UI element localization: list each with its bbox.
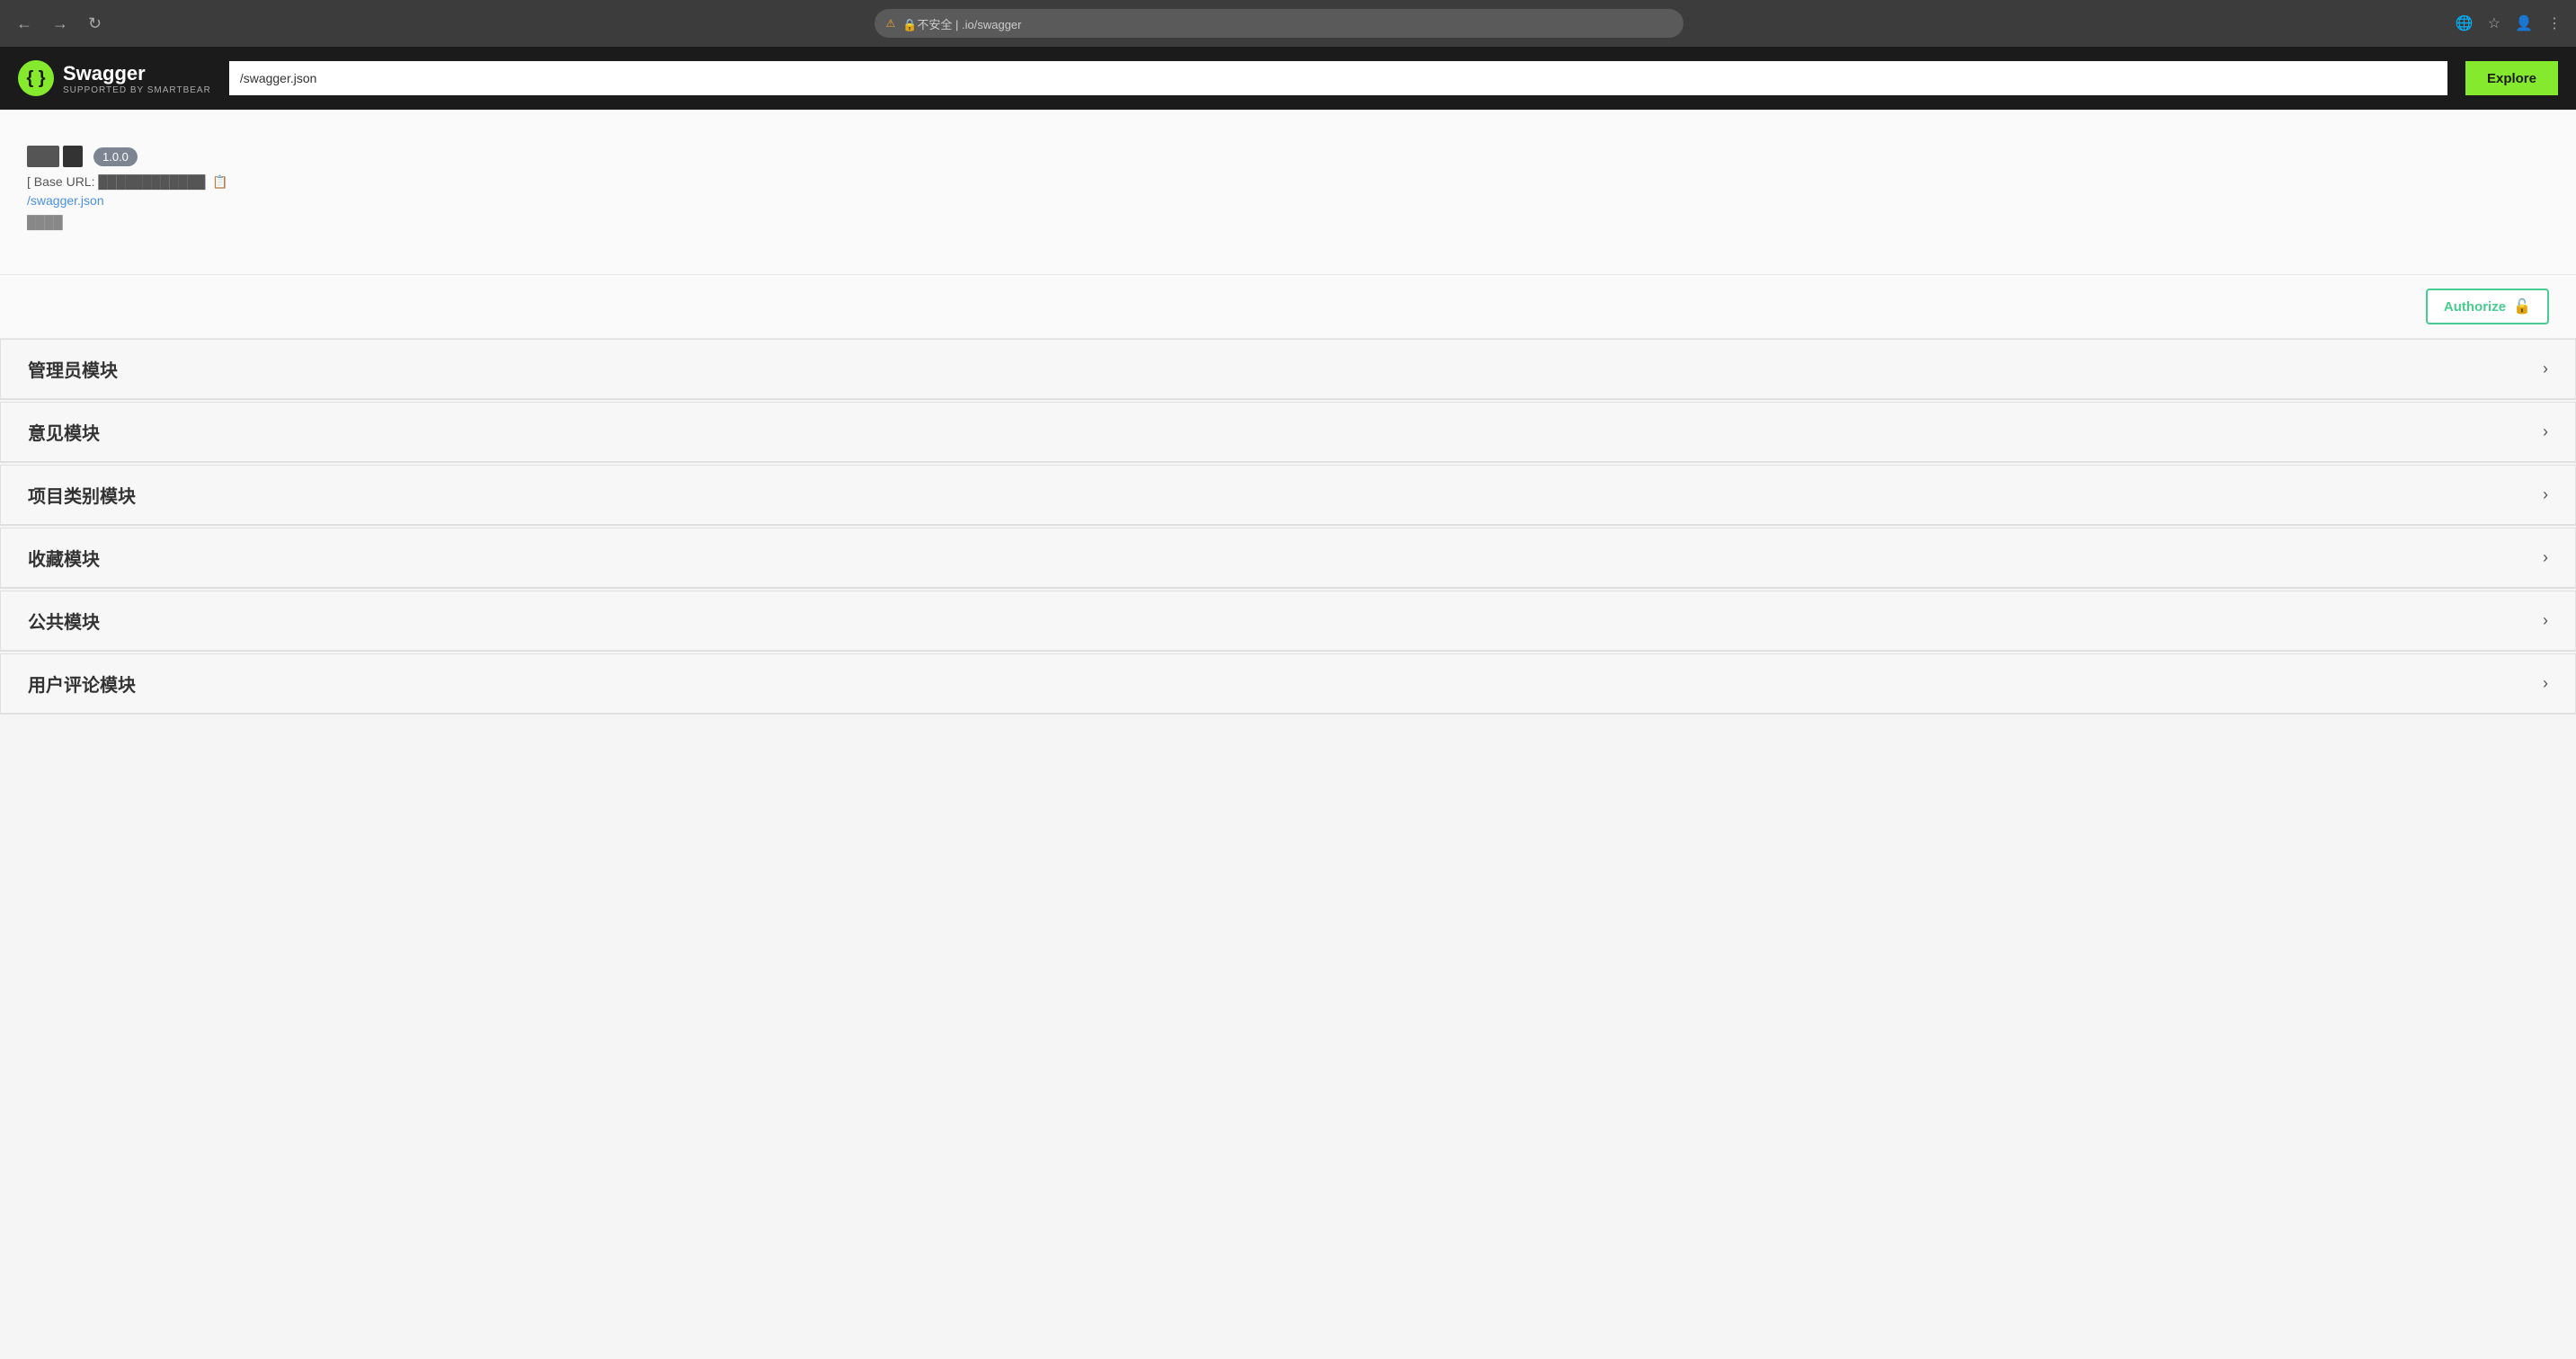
swagger-json-link[interactable]: /swagger.json bbox=[27, 193, 2549, 208]
base-url-value: ████████████ bbox=[98, 174, 205, 189]
swagger-authorize-row: Authorize 🔓 bbox=[0, 274, 2576, 339]
api-description: ████ bbox=[27, 215, 2549, 229]
forward-button[interactable]: → bbox=[47, 11, 74, 37]
logo-block-2 bbox=[63, 146, 83, 167]
swagger-url-input[interactable] bbox=[229, 61, 2447, 95]
base-url-label: [ Base URL: bbox=[27, 174, 94, 189]
swagger-logo-title: Swagger bbox=[63, 62, 211, 85]
api-section[interactable]: 项目类别模块 › bbox=[0, 465, 2576, 526]
browser-actions: 🌐 ☆ 👤 ⋮ bbox=[2452, 11, 2565, 36]
chevron-right-icon: › bbox=[2543, 360, 2548, 378]
swagger-logo-icon: { } bbox=[18, 60, 54, 96]
reload-button[interactable]: ↻ bbox=[83, 11, 107, 37]
api-section-header[interactable]: 公共模块 › bbox=[1, 591, 2575, 651]
api-section-header[interactable]: 意见模块 › bbox=[1, 403, 2575, 462]
menu-icon[interactable]: ⋮ bbox=[2544, 11, 2565, 36]
api-section[interactable]: 用户评论模块 › bbox=[0, 653, 2576, 715]
api-section-title: 用户评论模块 bbox=[28, 671, 136, 697]
api-section-title: 收藏模块 bbox=[28, 545, 100, 571]
api-section[interactable]: 收藏模块 › bbox=[0, 528, 2576, 589]
api-section-title: 意见模块 bbox=[28, 419, 100, 445]
address-bar[interactable]: ⚠ 🔒不安全 | .io/swagger bbox=[875, 9, 1683, 38]
profile-icon[interactable]: 👤 bbox=[2511, 11, 2536, 36]
authorize-button-label: Authorize bbox=[2444, 299, 2506, 315]
chevron-right-icon: › bbox=[2543, 422, 2548, 441]
chevron-right-icon: › bbox=[2543, 611, 2548, 630]
api-title-logo bbox=[27, 146, 83, 167]
address-text: 🔒不安全 | .io/swagger bbox=[902, 15, 1021, 32]
api-section-header[interactable]: 管理员模块 › bbox=[1, 340, 2575, 399]
api-section-title: 项目类别模块 bbox=[28, 482, 136, 508]
translate-icon[interactable]: 🌐 bbox=[2452, 11, 2477, 36]
bookmark-icon[interactable]: ☆ bbox=[2484, 11, 2504, 36]
api-section-header[interactable]: 收藏模块 › bbox=[1, 528, 2575, 588]
api-sections: 管理员模块 › 意见模块 › 项目类别模块 › 收藏模块 › 公共模块 › bbox=[0, 339, 2576, 715]
swagger-main: 1.0.0 [ Base URL: ████████████ 📋 /swagge… bbox=[0, 110, 2576, 274]
back-button[interactable]: ← bbox=[11, 11, 38, 37]
api-section[interactable]: 管理员模块 › bbox=[0, 339, 2576, 400]
api-section[interactable]: 公共模块 › bbox=[0, 591, 2576, 652]
authorize-button[interactable]: Authorize 🔓 bbox=[2426, 289, 2549, 324]
chevron-right-icon: › bbox=[2543, 548, 2548, 567]
swagger-logo-text: Swagger SUPPORTED BY SMARTBEAR bbox=[63, 62, 211, 95]
explore-button[interactable]: Explore bbox=[2465, 61, 2558, 95]
api-section-header[interactable]: 用户评论模块 › bbox=[1, 654, 2575, 714]
api-version-badge: 1.0.0 bbox=[93, 147, 138, 166]
swagger-topbar: { } Swagger SUPPORTED BY SMARTBEAR Explo… bbox=[0, 47, 2576, 110]
security-warning-icon: ⚠ bbox=[885, 17, 895, 30]
logo-block-1 bbox=[27, 146, 59, 167]
chevron-right-icon: › bbox=[2543, 674, 2548, 693]
api-base-url: [ Base URL: ████████████ 📋 bbox=[27, 174, 2549, 190]
api-section-header[interactable]: 项目类别模块 › bbox=[1, 466, 2575, 525]
api-title-row: 1.0.0 bbox=[27, 146, 2549, 167]
swagger-logo-subtitle: SUPPORTED BY SMARTBEAR bbox=[63, 85, 211, 95]
swagger-info: 1.0.0 [ Base URL: ████████████ 📋 /swagge… bbox=[27, 128, 2549, 247]
api-section-title: 管理员模块 bbox=[28, 356, 118, 382]
chevron-right-icon: › bbox=[2543, 485, 2548, 504]
browser-chrome: ← → ↻ ⚠ 🔒不安全 | .io/swagger 🌐 ☆ 👤 ⋮ bbox=[0, 0, 2576, 47]
swagger-logo: { } Swagger SUPPORTED BY SMARTBEAR bbox=[18, 60, 211, 96]
api-section-title: 公共模块 bbox=[28, 608, 100, 634]
api-section[interactable]: 意见模块 › bbox=[0, 402, 2576, 463]
lock-icon: 🔓 bbox=[2513, 298, 2531, 315]
